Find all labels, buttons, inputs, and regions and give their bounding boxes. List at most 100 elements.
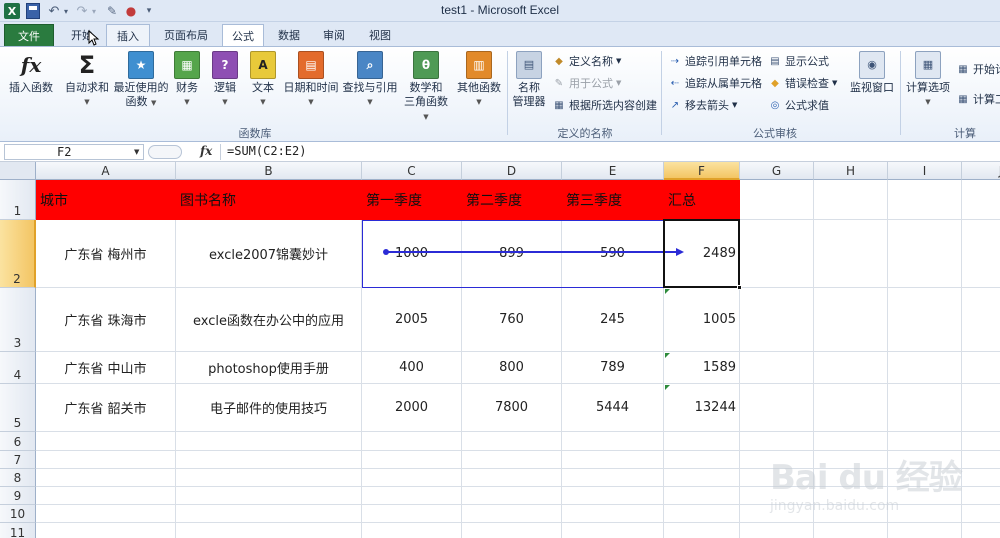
- cell-e8[interactable]: [562, 469, 664, 487]
- text-button[interactable]: A 文本 ▼: [248, 51, 278, 109]
- trace-precedents-button[interactable]: ⇢ 追踪引用单元格: [668, 53, 762, 69]
- cell-j6[interactable]: [962, 432, 1000, 451]
- evaluate-formula-button[interactable]: ◎ 公式求值: [768, 97, 829, 113]
- cell-i10[interactable]: [888, 505, 962, 523]
- error-indicator-icon[interactable]: [665, 289, 670, 294]
- column-header-h[interactable]: H: [814, 162, 888, 180]
- cell-j11[interactable]: [962, 523, 1000, 538]
- more-functions-button[interactable]: ▥ 其他函数 ▼: [454, 51, 504, 109]
- cell-c3[interactable]: 2005: [362, 288, 462, 352]
- cell-h9[interactable]: [814, 487, 888, 505]
- cell-f5[interactable]: 13244: [664, 384, 740, 432]
- column-header-a[interactable]: A: [36, 162, 176, 180]
- cell-i2[interactable]: [888, 220, 962, 288]
- header-cell-d1[interactable]: 第二季度: [462, 180, 562, 220]
- cell-c7[interactable]: [362, 451, 462, 469]
- cell-d7[interactable]: [462, 451, 562, 469]
- cell-e9[interactable]: [562, 487, 664, 505]
- header-cell-f1[interactable]: 汇总: [664, 180, 740, 220]
- cell-h8[interactable]: [814, 469, 888, 487]
- cell-f9[interactable]: [664, 487, 740, 505]
- datetime-button[interactable]: ▤ 日期和时间 ▼: [282, 51, 340, 109]
- cell-i11[interactable]: [888, 523, 962, 538]
- header-cell-c1[interactable]: 第一季度: [362, 180, 462, 220]
- cell-b4[interactable]: photoshop使用手册: [176, 352, 362, 384]
- logical-button[interactable]: ? 逻辑 ▼: [210, 51, 240, 109]
- row-header-6[interactable]: 6: [0, 432, 36, 451]
- row-header-11[interactable]: 11: [0, 523, 36, 538]
- trace-dependents-button[interactable]: ⇠ 追踪从属单元格: [668, 75, 762, 91]
- cell-d4[interactable]: 800: [462, 352, 562, 384]
- cell-j3[interactable]: [962, 288, 1000, 352]
- fx-icon[interactable]: fx: [200, 144, 212, 158]
- cell-j1[interactable]: [962, 180, 1000, 220]
- cell-b8[interactable]: [176, 469, 362, 487]
- cell-a3[interactable]: 广东省 珠海市: [36, 288, 176, 352]
- column-header-f[interactable]: F: [664, 162, 740, 180]
- cell-b10[interactable]: [176, 505, 362, 523]
- row-header-7[interactable]: 7: [0, 451, 36, 469]
- cell-j7[interactable]: [962, 451, 1000, 469]
- cell-g3[interactable]: [740, 288, 814, 352]
- calc-now-button[interactable]: ▦ 开始计: [956, 61, 1000, 77]
- autosum-button[interactable]: Σ 自动求和 ▼: [62, 51, 112, 109]
- cell-h10[interactable]: [814, 505, 888, 523]
- name-box[interactable]: F2: [4, 144, 144, 160]
- cell-g10[interactable]: [740, 505, 814, 523]
- cell-i8[interactable]: [888, 469, 962, 487]
- cell-c4[interactable]: 400: [362, 352, 462, 384]
- cell-c10[interactable]: [362, 505, 462, 523]
- cell-f3[interactable]: 1005: [664, 288, 740, 352]
- cell-j5[interactable]: [962, 384, 1000, 432]
- cell-j4[interactable]: [962, 352, 1000, 384]
- financial-button[interactable]: ▦ 财务 ▼: [172, 51, 202, 109]
- calc-sheet-button[interactable]: ▦ 计算工: [956, 91, 1000, 107]
- cell-e2[interactable]: 590: [562, 220, 664, 288]
- formula-input[interactable]: =SUM(C2:E2): [220, 144, 998, 160]
- cell-c11[interactable]: [362, 523, 462, 538]
- cell-i3[interactable]: [888, 288, 962, 352]
- cell-f6[interactable]: [664, 432, 740, 451]
- cell-g7[interactable]: [740, 451, 814, 469]
- cell-d3[interactable]: 760: [462, 288, 562, 352]
- cell-e11[interactable]: [562, 523, 664, 538]
- cell-d2[interactable]: 899: [462, 220, 562, 288]
- error-indicator-icon[interactable]: [665, 385, 670, 390]
- tab-page-layout[interactable]: 页面布局: [154, 24, 218, 46]
- cell-b11[interactable]: [176, 523, 362, 538]
- cell-i5[interactable]: [888, 384, 962, 432]
- cell-b7[interactable]: [176, 451, 362, 469]
- cell-j10[interactable]: [962, 505, 1000, 523]
- math-trig-button[interactable]: θ 数学和 三角函数 ▼: [400, 51, 452, 124]
- error-checking-button[interactable]: ◆ 错误检查 ▼: [768, 75, 837, 91]
- cell-h6[interactable]: [814, 432, 888, 451]
- row-header-5[interactable]: 5: [0, 384, 36, 432]
- cell-a7[interactable]: [36, 451, 176, 469]
- cell-d11[interactable]: [462, 523, 562, 538]
- cell-d8[interactable]: [462, 469, 562, 487]
- column-header-e[interactable]: E: [562, 162, 664, 180]
- lookup-button[interactable]: ⌕ 查找与引用 ▼: [342, 51, 398, 109]
- cell-g11[interactable]: [740, 523, 814, 538]
- cell-b5[interactable]: 电子邮件的使用技巧: [176, 384, 362, 432]
- cell-j2[interactable]: [962, 220, 1000, 288]
- cell-c6[interactable]: [362, 432, 462, 451]
- cell-a4[interactable]: 广东省 中山市: [36, 352, 176, 384]
- cell-e3[interactable]: 245: [562, 288, 664, 352]
- cell-c5[interactable]: 2000: [362, 384, 462, 432]
- remove-arrows-button[interactable]: ↗ 移去箭头 ▼: [668, 97, 738, 113]
- cell-a5[interactable]: 广东省 韶关市: [36, 384, 176, 432]
- column-header-g[interactable]: G: [740, 162, 814, 180]
- cell-e10[interactable]: [562, 505, 664, 523]
- cell-e4[interactable]: 789: [562, 352, 664, 384]
- cell-g8[interactable]: [740, 469, 814, 487]
- row-header-2[interactable]: 2: [0, 220, 36, 288]
- header-cell-a1[interactable]: 城市: [36, 180, 176, 220]
- worksheet-grid[interactable]: ABCDEFGHIJ1234567891011城市图书名称第一季度第二季度第三季…: [0, 162, 1000, 538]
- cell-i6[interactable]: [888, 432, 962, 451]
- cell-g2[interactable]: [740, 220, 814, 288]
- cell-f2[interactable]: 2489: [664, 220, 740, 288]
- show-formulas-button[interactable]: ▤ 显示公式: [768, 53, 829, 69]
- chevron-down-icon[interactable]: ▼: [134, 148, 139, 156]
- row-header-4[interactable]: 4: [0, 352, 36, 384]
